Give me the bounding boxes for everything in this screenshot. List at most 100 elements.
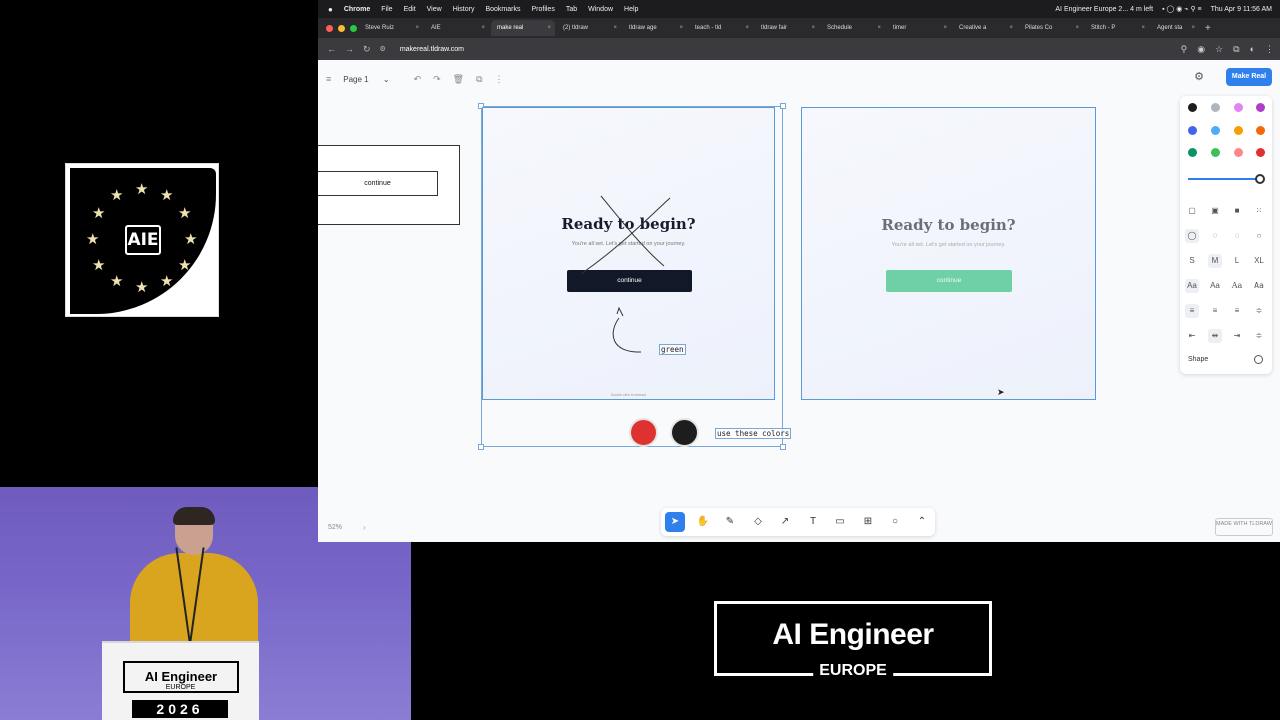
dash-dashed-icon[interactable]: ◌ [1208,229,1222,243]
more-icon[interactable]: ⋮ [495,74,504,85]
color-swatch-light-blue[interactable] [1211,126,1220,135]
fill-semi-icon[interactable]: ▣ [1208,204,1222,218]
vertical-align-icon[interactable]: ≑ [1252,329,1266,343]
draw-tool-icon[interactable]: ✎ [720,512,740,532]
menu-help[interactable]: Help [624,6,638,13]
browser-tab-active[interactable]: make real × [491,20,555,36]
dash-solid-icon[interactable]: ○ [1252,229,1266,243]
close-icon[interactable]: × [547,20,551,36]
partial-frame-shape[interactable]: continue [318,145,460,225]
image-tool-icon[interactable]: ⊞ [858,512,878,532]
resize-handle[interactable] [478,444,484,450]
color-swatch-green[interactable] [1188,148,1197,157]
align-left-icon[interactable]: ≡ [1185,304,1199,318]
menu-icon[interactable]: ⋮ [1265,44,1274,55]
close-icon[interactable]: × [877,20,881,36]
color-swatch-grey[interactable] [1211,103,1220,112]
page-selector[interactable]: Page 1 ⌄ [343,75,401,84]
size-s[interactable]: S [1185,254,1199,268]
browser-tab[interactable]: Schedule × [821,20,885,36]
close-icon[interactable]: × [679,20,683,36]
align-justify-icon[interactable]: ≑ [1252,304,1266,318]
color-swatch-light-red[interactable] [1234,148,1243,157]
font-serif[interactable]: Aa [1230,279,1244,293]
browser-tab[interactable]: teach - tld × [689,20,753,36]
menu-tab[interactable]: Tab [566,6,577,13]
align-right-icon[interactable]: ≡ [1230,304,1244,318]
close-icon[interactable]: × [1141,20,1145,36]
menu-bookmarks[interactable]: Bookmarks [485,6,520,13]
close-icon[interactable]: × [1191,20,1195,36]
text-tool-icon[interactable]: T [803,512,823,532]
shape-circle-icon[interactable] [1254,355,1263,364]
delete-icon[interactable]: 🗑 [453,74,464,85]
duplicate-icon[interactable]: ⧉ [476,74,482,85]
tldraw-canvas[interactable]: ≡ Page 1 ⌄ ↶ ↷ 🗑 ⧉ ⋮ ⚙ Make Real continu… [318,60,1280,542]
browser-tab[interactable]: Steve Ruiz × [359,20,423,36]
continue-button-sketch[interactable]: continue [318,171,438,196]
vertical-align-end-icon[interactable]: ⇥ [1230,329,1244,343]
size-m[interactable]: M [1208,254,1222,268]
make-real-button[interactable]: Make Real [1226,68,1272,86]
browser-tab[interactable]: timer × [887,20,951,36]
bookmark-star-icon[interactable]: ☆ [1215,44,1223,55]
close-window-button[interactable] [326,24,333,32]
minimize-window-button[interactable] [338,24,345,32]
dash-dotted-icon[interactable]: ◌ [1230,229,1244,243]
profile-icon[interactable]: ◐ [1250,44,1255,54]
browser-tab[interactable]: Stitch - P × [1085,20,1149,36]
menu-file[interactable]: File [381,6,392,13]
forward-icon[interactable]: → [345,44,354,54]
extensions-icon[interactable]: ⧉ [1233,44,1239,55]
browser-tab[interactable]: AIE × [425,20,489,36]
annotation-use-these-colors[interactable]: use these colors [715,428,792,439]
vertical-align-middle-icon[interactable]: ⇹ [1208,329,1222,343]
undo-icon[interactable]: ↶ [414,74,422,85]
menu-profiles[interactable]: Profiles [531,6,554,13]
menu-window[interactable]: Window [588,6,613,13]
close-icon[interactable]: × [613,20,617,36]
vertical-align-start-icon[interactable]: ⇤ [1185,329,1199,343]
browser-tab[interactable]: tldraw age × [623,20,687,36]
arrow-tool-icon[interactable]: ↗ [775,512,795,532]
apple-icon[interactable]: ● [328,5,333,14]
url-field[interactable]: makereal.tldraw.com [400,46,464,53]
close-icon[interactable]: × [1075,20,1079,36]
back-icon[interactable]: ← [327,44,336,54]
size-l[interactable]: L [1230,254,1244,268]
ellipse-tool-icon[interactable]: ○ [885,512,905,532]
reload-icon[interactable]: ↻ [363,44,371,55]
hand-tool-icon[interactable]: ✋ [693,512,713,532]
color-swatch-blue[interactable] [1188,126,1197,135]
annotation-green[interactable]: green [659,344,686,355]
continue-button-green[interactable]: continue [886,270,1012,292]
resize-handle[interactable] [780,103,786,109]
close-icon[interactable]: × [811,20,815,36]
calendar-status[interactable]: AI Engineer Europe 2... 4 m left [1055,6,1153,13]
made-with-tldraw-badge[interactable]: MADE WITH TLDRAW [1215,518,1273,536]
browser-tab[interactable]: Creative a × [953,20,1017,36]
new-tab-icon[interactable]: + [1205,23,1211,34]
menu-chrome[interactable]: Chrome [344,6,370,13]
resize-handle[interactable] [780,444,786,450]
red-color-dot[interactable] [629,418,658,447]
fill-pattern-icon[interactable]: ⁙ [1252,204,1266,218]
close-icon[interactable]: × [943,20,947,36]
redo-icon[interactable]: ↷ [433,74,441,85]
menu-edit[interactable]: Edit [404,6,416,13]
zoom-icon[interactable]: ⚲ [1181,44,1188,55]
color-swatch-yellow[interactable] [1234,126,1243,135]
font-sans[interactable]: Aa [1208,279,1222,293]
minimap-toggle-icon[interactable]: › [363,523,366,532]
clock[interactable]: Thu Apr 9 11:56 AM [1211,6,1272,13]
hamburger-menu-icon[interactable]: ≡ [326,74,331,84]
font-draw[interactable]: Aa [1185,279,1199,293]
color-swatch-black[interactable] [1188,103,1197,112]
fill-solid-icon[interactable]: ■ [1230,204,1244,218]
browser-tab[interactable]: Pilates Co × [1019,20,1083,36]
color-swatch-violet[interactable] [1256,103,1265,112]
color-swatch-red[interactable] [1256,148,1265,157]
fill-none-icon[interactable]: ▢ [1185,204,1199,218]
settings-gear-icon[interactable]: ⚙ [1192,70,1206,84]
close-icon[interactable]: × [745,20,749,36]
